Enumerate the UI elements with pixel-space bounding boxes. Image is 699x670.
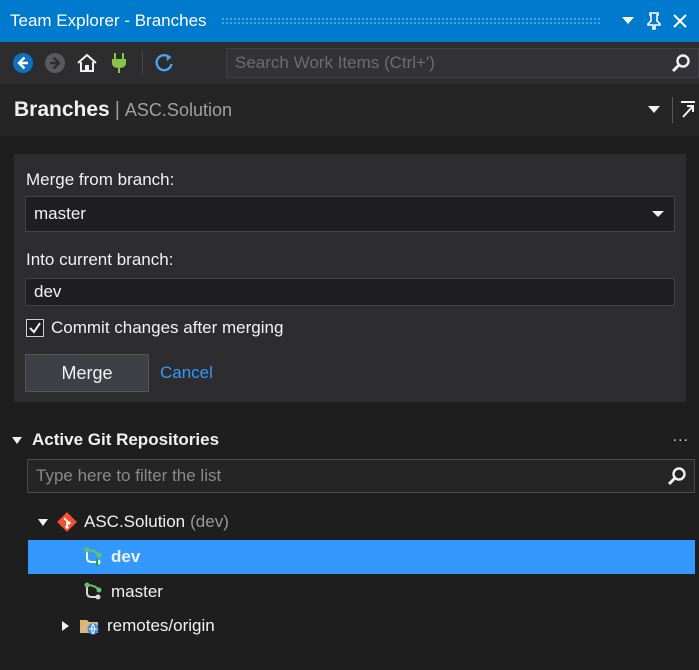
branch-item[interactable]: master [28, 575, 695, 609]
search-work-items [226, 48, 699, 78]
page-header: Branches | ASC.Solution [0, 84, 699, 136]
chevron-down-icon[interactable] [652, 211, 664, 217]
filter-search-icon[interactable] [660, 466, 694, 486]
branch-label: dev [111, 547, 141, 566]
more-options-icon[interactable]: ... [673, 428, 689, 446]
title-bar: Team Explorer - Branches [0, 0, 699, 42]
search-icon[interactable] [664, 53, 698, 73]
commit-after-merge-label[interactable]: Commit changes after merging [51, 318, 283, 338]
plug-connect-icon[interactable] [104, 48, 134, 78]
header-actions [640, 84, 699, 136]
active-git-repositories-header[interactable]: Active Git Repositories ... [0, 422, 699, 458]
merge-button[interactable]: Merge [25, 354, 149, 392]
branch-item[interactable]: dev [28, 540, 695, 574]
repo-name: ASC.Solution [84, 512, 186, 531]
home-icon[interactable] [72, 48, 102, 78]
page-dropdown-icon[interactable] [640, 106, 668, 114]
filter-input[interactable] [28, 465, 660, 487]
commit-after-merge-checkbox[interactable] [26, 319, 44, 337]
pin-icon[interactable] [641, 8, 667, 34]
toolbar [0, 42, 699, 84]
refresh-icon[interactable] [149, 48, 179, 78]
branch-icon [83, 582, 105, 602]
header-context[interactable]: ASC.Solution [125, 100, 232, 121]
branch-icon [83, 547, 105, 567]
into-current-branch-field: dev [25, 278, 675, 306]
undock-icon[interactable] [677, 101, 699, 119]
search-work-items-input[interactable] [227, 52, 664, 74]
drag-grip[interactable] [220, 17, 601, 25]
cancel-link[interactable]: Cancel [160, 363, 213, 383]
page-title[interactable]: Branches [14, 98, 110, 122]
into-branch-value: dev [34, 282, 62, 301]
merge-from-label: Merge from branch: [26, 170, 175, 189]
expand-repo-icon[interactable] [38, 518, 48, 526]
commit-after-merge-row[interactable]: Commit changes after merging [26, 318, 283, 338]
section-title: Active Git Repositories [32, 430, 220, 449]
merge-from-value: master [34, 204, 86, 223]
forward-icon[interactable] [40, 48, 70, 78]
remote-folder-icon [79, 616, 101, 636]
header-separator: | [114, 98, 120, 121]
remotes-folder[interactable]: remotes/origin [62, 609, 692, 643]
merge-from-branch-select[interactable]: master [25, 196, 675, 232]
dropdown-icon[interactable] [615, 8, 641, 34]
checkmark-icon [29, 322, 41, 334]
collapse-icon[interactable] [12, 436, 22, 444]
remotes-label: remotes/origin [107, 616, 215, 635]
window-title: Team Explorer - Branches [10, 11, 207, 30]
git-icon [56, 511, 78, 533]
repo-filter [27, 459, 695, 493]
branch-label: master [111, 582, 163, 601]
repo-item[interactable]: ASC.Solution (dev) [38, 505, 698, 539]
toolbar-separator [142, 51, 143, 75]
header-divider [672, 97, 673, 123]
merge-panel: Merge from branch: master Into current b… [14, 154, 686, 402]
expand-remotes-icon[interactable] [62, 621, 69, 631]
close-icon[interactable] [667, 8, 693, 34]
back-icon[interactable] [8, 48, 38, 78]
into-branch-label: Into current branch: [26, 250, 174, 269]
repo-current-branch: (dev) [190, 512, 229, 531]
